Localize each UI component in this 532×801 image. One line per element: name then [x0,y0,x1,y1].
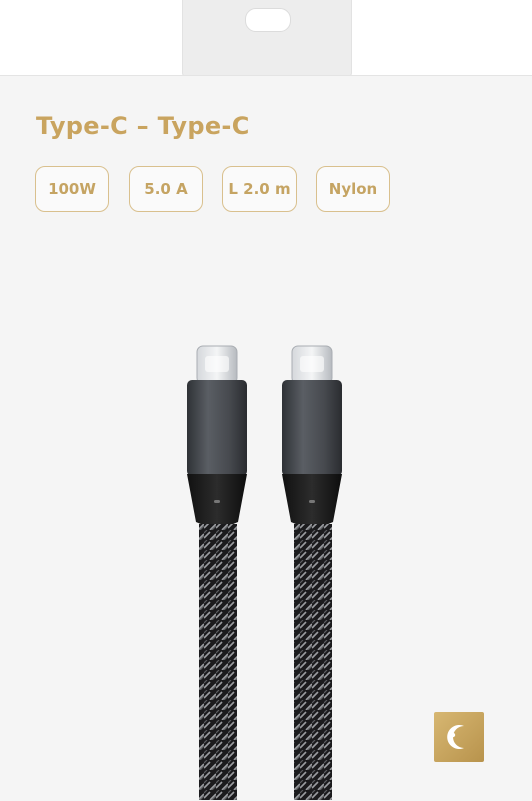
moon-logo-icon [434,712,484,762]
usb-c-cable-image [187,345,342,800]
right-usb-c-connector [282,345,342,800]
left-usb-c-connector [187,345,247,800]
